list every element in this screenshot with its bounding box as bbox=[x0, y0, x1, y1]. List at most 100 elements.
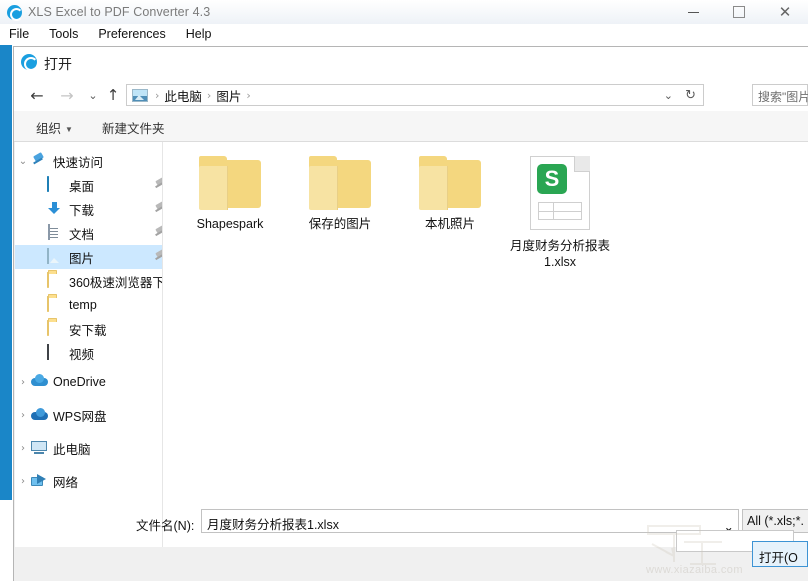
wps-spreadsheet-icon: S bbox=[530, 156, 590, 230]
sidebar-item-network[interactable]: › 网络 bbox=[15, 465, 162, 498]
filename-value: 月度财务分析报表1.xlsx bbox=[207, 518, 339, 532]
sidebar-label-pictures: 图片 bbox=[69, 251, 95, 266]
file-label: 月度财务分析报表1.xlsx bbox=[509, 239, 610, 269]
sidebar-item-temp[interactable]: temp bbox=[15, 293, 162, 317]
close-button[interactable]: ✕ bbox=[762, 0, 808, 24]
file-label: Shapespark bbox=[196, 217, 264, 231]
sidebar-item-videos[interactable]: 视频 bbox=[15, 341, 162, 365]
sidebar-item-onedrive[interactable]: › OneDrive bbox=[15, 365, 162, 399]
app-left-strip-lower bbox=[0, 500, 12, 581]
app-logo-icon bbox=[7, 4, 23, 21]
breadcrumb-separator-2: › bbox=[246, 88, 251, 102]
menu-item-file[interactable]: File bbox=[0, 24, 39, 45]
sidebar-label-downloads: 下载 bbox=[69, 203, 95, 218]
folder-icon bbox=[419, 156, 481, 210]
sidebar-item-pictures[interactable]: 图片 bbox=[15, 245, 162, 269]
chevron-down-icon[interactable]: ⌄ bbox=[15, 156, 31, 167]
window-controls: ✕ bbox=[670, 0, 808, 24]
folder-tree: ⌄ 快速访问 桌面 下载 文档 图片 360极速浏览器下 temp 安下载 视频… bbox=[15, 149, 163, 498]
new-folder-button[interactable]: 新建文件夹 bbox=[102, 118, 165, 137]
dialog-title: 打开 bbox=[44, 56, 72, 72]
recent-locations-button[interactable]: ⌄ bbox=[82, 84, 104, 106]
menu-item-preferences[interactable]: Preferences bbox=[88, 24, 175, 45]
breadcrumb[interactable]: › 此电脑 › 图片 › ⌄ ↻ bbox=[126, 84, 704, 106]
tree-label-quick-access: 快速访问 bbox=[53, 155, 104, 170]
menu-item-help[interactable]: Help bbox=[176, 24, 222, 45]
close-icon: ✕ bbox=[778, 2, 792, 21]
chevron-down-icon: ▼ bbox=[65, 125, 73, 135]
app-title-bar: XLS Excel to PDF Converter 4.3 ✕ bbox=[0, 0, 808, 25]
pictures-icon bbox=[47, 248, 49, 264]
pictures-icon bbox=[132, 88, 148, 102]
chevron-right-icon[interactable]: › bbox=[15, 443, 31, 454]
sidebar-item-anxiazai[interactable]: 安下载 bbox=[15, 317, 162, 341]
video-icon bbox=[47, 344, 49, 360]
search-placeholder: 搜索"图片" bbox=[758, 90, 808, 104]
organize-button[interactable]: 组织 ▼ bbox=[36, 118, 73, 137]
folder-icon bbox=[309, 156, 371, 210]
maximize-button[interactable] bbox=[716, 0, 762, 24]
file-item-saved-pictures[interactable]: 保存的图片 bbox=[285, 152, 395, 270]
documents-icon bbox=[48, 224, 50, 240]
application-window: XLS Excel to PDF Converter 4.3 ✕ File To… bbox=[0, 0, 808, 581]
tree-group-quick-access[interactable]: ⌄ 快速访问 bbox=[15, 149, 162, 173]
sidebar-label-wps-cloud: WPS网盘 bbox=[53, 410, 107, 424]
search-input[interactable]: 搜索"图片" bbox=[752, 84, 808, 106]
folder-icon bbox=[47, 296, 49, 312]
chevron-right-icon[interactable]: › bbox=[15, 410, 31, 421]
navigation-pane: ⌄ 快速访问 桌面 下载 文档 图片 360极速浏览器下 temp 安下载 视频… bbox=[15, 142, 163, 547]
breadcrumb-separator-0: › bbox=[155, 88, 160, 102]
sidebar-label-documents: 文档 bbox=[69, 227, 95, 242]
desktop-icon bbox=[47, 176, 49, 192]
sidebar-label-anxiazai: 安下载 bbox=[69, 323, 107, 338]
navigation-bar: ← → ⌄ ↑ › 此电脑 › 图片 › ⌄ ↻ 搜索"图片" bbox=[14, 78, 808, 111]
sidebar-item-this-pc[interactable]: › 此电脑 bbox=[15, 432, 162, 465]
sidebar-item-downloads[interactable]: 下载 bbox=[15, 197, 162, 221]
organize-label: 组织 bbox=[36, 122, 62, 136]
up-button[interactable]: ↑ bbox=[102, 84, 124, 106]
breadcrumb-separator-1: › bbox=[206, 88, 212, 102]
sidebar-label-onedrive: OneDrive bbox=[53, 375, 106, 389]
sidebar-label-desktop: 桌面 bbox=[69, 179, 95, 194]
chevron-right-icon[interactable]: › bbox=[15, 377, 31, 388]
sidebar-label-temp: temp bbox=[69, 298, 97, 312]
folder-icon bbox=[199, 156, 261, 210]
sidebar-label-360-browser-downloads: 360极速浏览器下 bbox=[69, 275, 163, 290]
sidebar-item-360-browser-downloads[interactable]: 360极速浏览器下 bbox=[15, 269, 163, 293]
chevron-right-icon[interactable]: › bbox=[15, 476, 31, 487]
sidebar-item-desktop[interactable]: 桌面 bbox=[15, 173, 162, 197]
breadcrumb-item-pictures[interactable]: 图片 bbox=[216, 86, 241, 105]
file-label: 本机照片 bbox=[424, 217, 475, 231]
app-title: XLS Excel to PDF Converter 4.3 bbox=[28, 5, 211, 19]
file-label: 保存的图片 bbox=[308, 217, 372, 231]
sidebar-label-this-pc: 此电脑 bbox=[53, 443, 91, 457]
dialog-header: 打开 bbox=[14, 47, 808, 78]
chevron-down-icon[interactable]: ⌄ bbox=[664, 89, 673, 102]
folder-icon bbox=[47, 272, 49, 288]
file-grid: Shapespark 保存的图片 本机照片 S 月度财务分析报表1.xlsx bbox=[175, 152, 795, 270]
dialog-toolbar: 组织 ▼ 新建文件夹 bbox=[14, 111, 808, 142]
wps-spreadsheet-badge: S bbox=[537, 164, 567, 194]
sidebar-label-videos: 视频 bbox=[69, 347, 95, 362]
filename-input[interactable]: 月度财务分析报表1.xlsx ⌄ bbox=[201, 509, 739, 534]
dialog-footer bbox=[15, 547, 808, 581]
file-item-shapespark[interactable]: Shapespark bbox=[175, 152, 285, 270]
menu-item-tools[interactable]: Tools bbox=[39, 24, 88, 45]
app-menu-bar: File Tools Preferences Help bbox=[0, 24, 808, 46]
open-file-dialog: 打开 ← → ⌄ ↑ › 此电脑 › 图片 › ⌄ ↻ 搜索"图片" bbox=[13, 46, 808, 581]
sidebar-item-wps-cloud[interactable]: › WPS网盘 bbox=[15, 399, 162, 432]
minimize-button[interactable] bbox=[670, 0, 716, 24]
breadcrumb-item-this-pc[interactable]: 此电脑 bbox=[164, 86, 202, 105]
open-button[interactable]: 打开(O bbox=[752, 541, 808, 567]
file-type-filter-value: All (*.xls;*. bbox=[747, 514, 804, 528]
file-list-pane: Shapespark 保存的图片 本机照片 S 月度财务分析报表1.xlsx bbox=[163, 142, 808, 547]
dialog-logo-icon bbox=[21, 54, 38, 71]
refresh-icon[interactable]: ↻ bbox=[685, 88, 696, 103]
filename-label: 文件名(N): bbox=[136, 519, 195, 533]
back-button[interactable]: ← bbox=[26, 84, 48, 106]
file-item-monthly-report-xlsx[interactable]: S 月度财务分析报表1.xlsx bbox=[505, 152, 615, 270]
forward-button[interactable]: → bbox=[56, 84, 78, 106]
sidebar-item-documents[interactable]: 文档 bbox=[15, 221, 162, 245]
folder-icon bbox=[47, 320, 49, 336]
file-item-local-photos[interactable]: 本机照片 bbox=[395, 152, 505, 270]
